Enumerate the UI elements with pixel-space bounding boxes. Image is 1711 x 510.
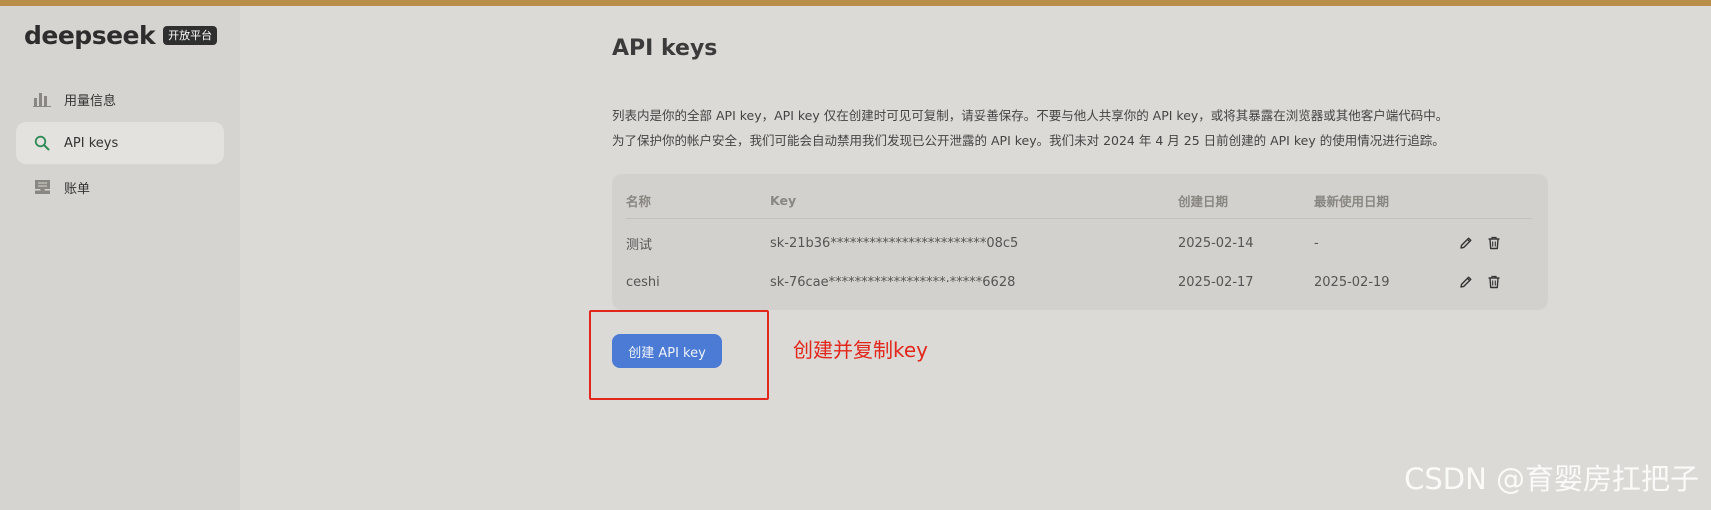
page-description: 列表内是你的全部 API key，API key 仅在创建时可见可复制，请妥善保… <box>612 103 1672 153</box>
brand-logo[interactable]: deepseek 开放平台 <box>24 20 218 50</box>
inbox-icon <box>33 178 51 196</box>
annotation-text: 创建并复制key <box>793 338 929 362</box>
key-name: 测试 <box>626 237 653 253</box>
sidebar-item-usage[interactable]: 用量信息 <box>16 78 224 120</box>
sidebar: deepseek 开放平台 用量信息 API keys 账单 <box>0 6 240 510</box>
key-value: sk-76cae******************·*****6628 <box>770 274 1016 290</box>
sidebar-item-label: 账单 <box>64 181 91 197</box>
key-created-date: 2025-02-17 <box>1178 274 1254 290</box>
description-line: 为了保护你的帐户安全，我们可能会自动禁用我们发现已公开泄露的 API key。我… <box>612 133 1445 148</box>
brand-name: deepseek <box>24 20 156 50</box>
brand-badge: 开放平台 <box>163 25 218 45</box>
top-accent-strip <box>0 0 1711 6</box>
key-last-used-date: 2025-02-19 <box>1314 274 1390 290</box>
sidebar-nav: 用量信息 API keys 账单 <box>16 78 224 210</box>
watermark: CSDN @育婴房扛把子 <box>1404 462 1699 496</box>
column-header-created: 创建日期 <box>1178 193 1229 209</box>
key-value: sk-21b36************************08c5 <box>770 235 1019 251</box>
edit-icon[interactable] <box>1458 235 1474 251</box>
key-last-used-date: - <box>1314 235 1319 251</box>
api-keys-table: 名称 Key 创建日期 最新使用日期 测试 sk-21b36**********… <box>612 174 1548 310</box>
key-name: ceshi <box>626 274 660 290</box>
bar-chart-icon <box>33 90 51 108</box>
table-row: 测试 sk-21b36************************08c5 … <box>626 228 1532 258</box>
column-header-last-used: 最新使用日期 <box>1314 193 1390 209</box>
delete-icon[interactable] <box>1486 235 1502 251</box>
column-header-key: Key <box>770 192 797 208</box>
sidebar-item-label: API keys <box>64 135 119 151</box>
row-actions <box>1458 228 1502 258</box>
page-title: API keys <box>612 36 718 61</box>
delete-icon[interactable] <box>1486 274 1502 290</box>
table-header: 名称 Key 创建日期 最新使用日期 <box>626 182 1532 219</box>
column-header-name: 名称 <box>626 193 652 209</box>
sidebar-item-api-keys[interactable]: API keys <box>16 122 224 164</box>
table-row: ceshi sk-76cae******************·*****66… <box>626 267 1532 297</box>
key-created-date: 2025-02-14 <box>1178 235 1254 251</box>
edit-icon[interactable] <box>1458 274 1474 290</box>
description-line: 列表内是你的全部 API key，API key 仅在创建时可见可复制，请妥善保… <box>612 108 1449 123</box>
sidebar-item-billing[interactable]: 账单 <box>16 166 224 208</box>
row-actions <box>1458 267 1502 297</box>
search-icon <box>33 134 51 152</box>
sidebar-item-label: 用量信息 <box>64 93 117 109</box>
annotation-highlight-box <box>589 310 769 400</box>
